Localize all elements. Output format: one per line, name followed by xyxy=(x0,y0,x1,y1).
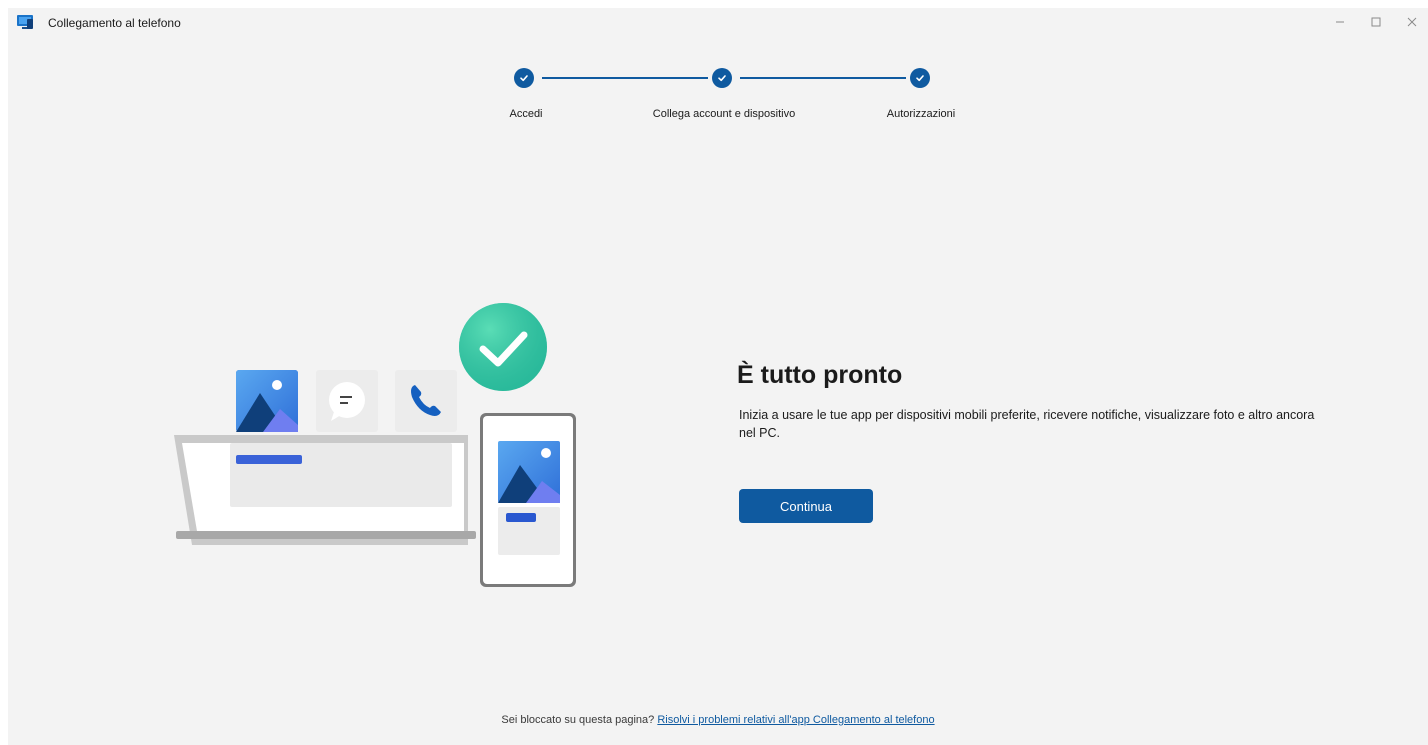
window-title: Collegamento al telefono xyxy=(48,16,181,30)
step-2-complete-icon xyxy=(712,68,732,88)
step-connector xyxy=(740,77,906,79)
help-footer: Sei bloccato su questa pagina? Risolvi i… xyxy=(8,714,1428,726)
phone-link-app-icon xyxy=(17,15,33,29)
maximize-icon xyxy=(1371,17,1381,27)
continue-button[interactable]: Continua xyxy=(739,489,873,523)
step-label-collega: Collega account e dispositivo xyxy=(652,108,796,120)
page-title: È tutto pronto xyxy=(737,361,903,389)
laptop-illustration xyxy=(174,435,476,545)
close-icon xyxy=(1407,17,1417,27)
footer-prompt: Sei bloccato su questa pagina? xyxy=(501,714,655,726)
minimize-icon xyxy=(1336,21,1344,23)
app-window: Collegamento al telefono Accedi Collega … xyxy=(8,8,1428,745)
minimize-button[interactable] xyxy=(1322,8,1358,36)
phone-call-icon xyxy=(395,370,457,432)
message-icon xyxy=(316,370,378,432)
step-3-complete-icon xyxy=(910,68,930,88)
troubleshoot-link[interactable]: Risolvi i problemi relativi all'app Coll… xyxy=(657,714,934,726)
checkmark-icon xyxy=(520,75,528,82)
checkmark-icon xyxy=(916,75,924,82)
photos-icon xyxy=(236,370,298,432)
success-checkmark-icon xyxy=(459,303,547,391)
step-label-autorizzazioni: Autorizzazioni xyxy=(886,108,956,120)
step-label-accedi: Accedi xyxy=(509,108,543,120)
setup-complete-illustration xyxy=(174,303,576,587)
phone-illustration xyxy=(480,413,576,587)
page-description: Inizia a usare le tue app per dispositiv… xyxy=(739,408,1315,440)
step-connector xyxy=(542,77,708,79)
checkmark-icon xyxy=(718,75,726,82)
setup-stepper: Accedi Collega account e dispositivo Aut… xyxy=(8,68,1428,128)
close-button[interactable] xyxy=(1394,8,1428,36)
maximize-button[interactable] xyxy=(1358,8,1394,36)
step-1-complete-icon xyxy=(514,68,534,88)
title-bar: Collegamento al telefono xyxy=(8,8,1428,40)
